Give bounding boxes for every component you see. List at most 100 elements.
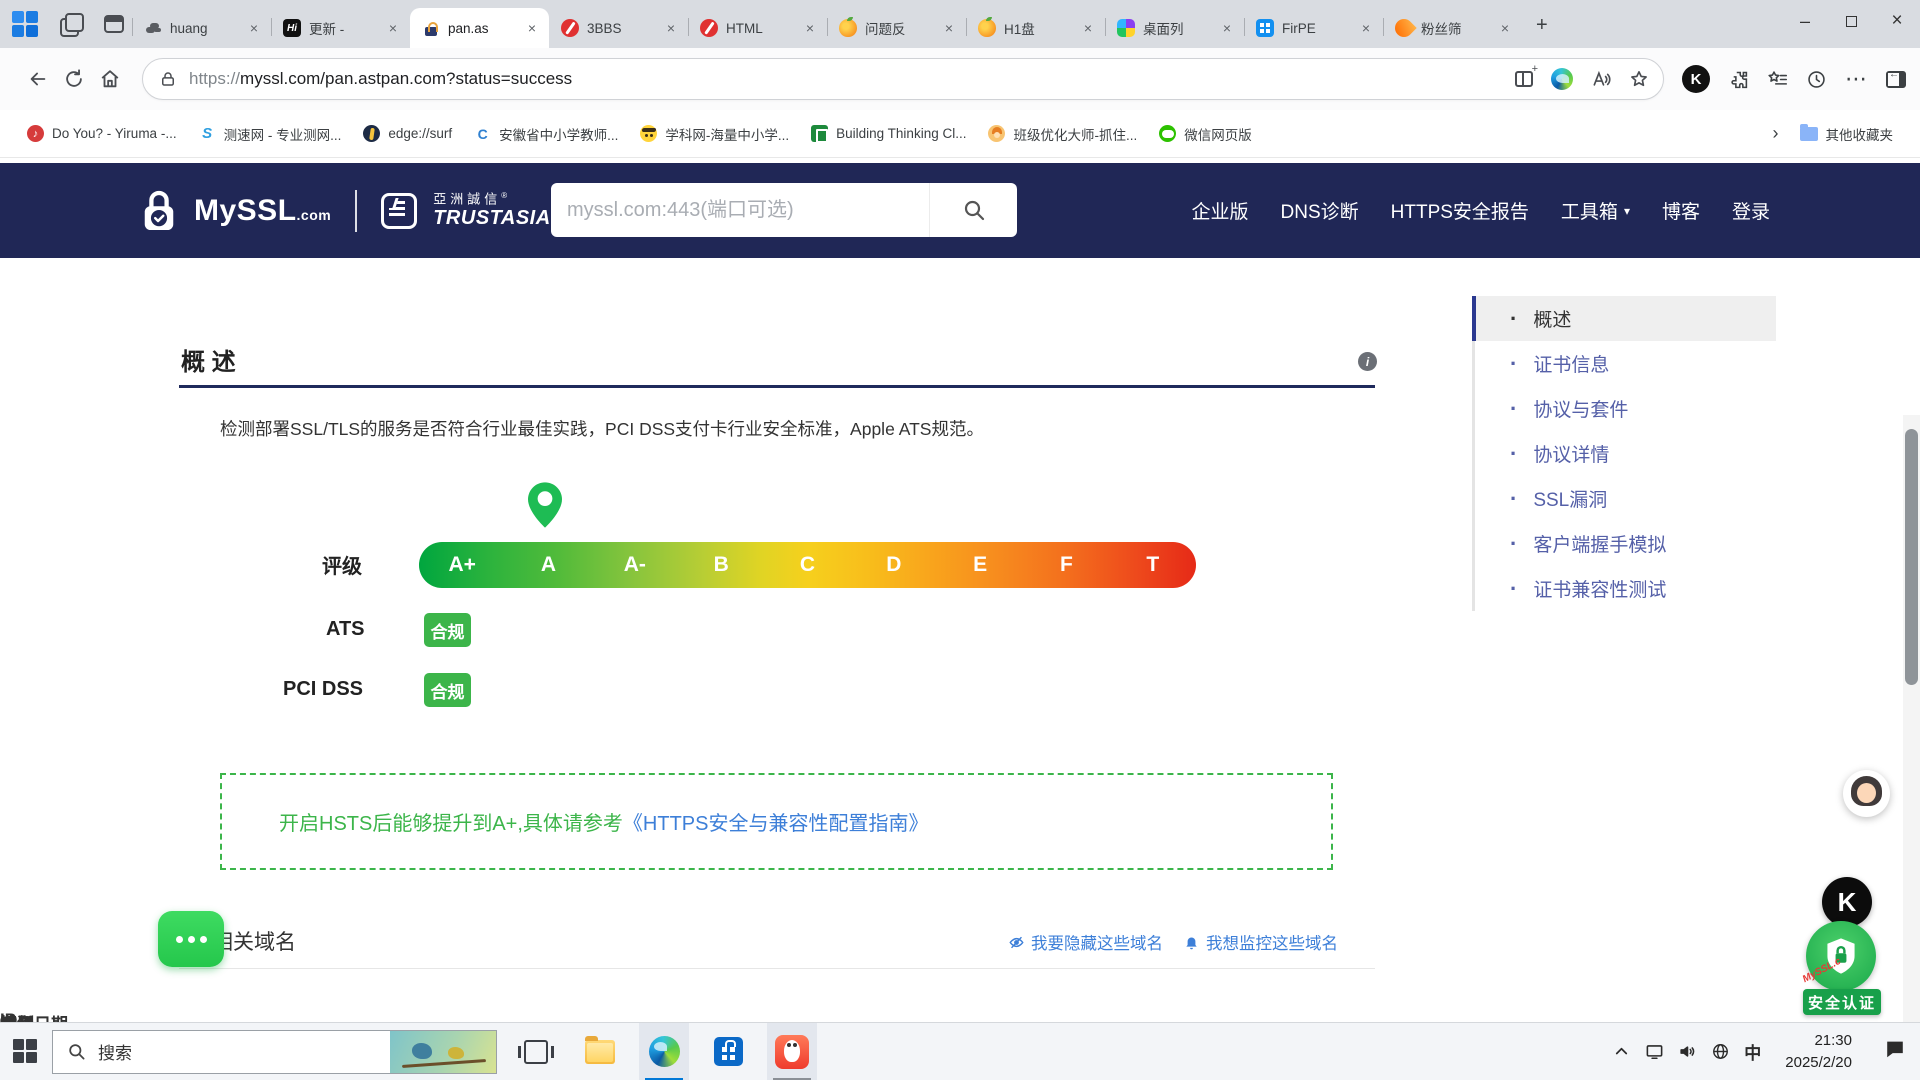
myssl-logo-text[interactable]: MySSL.com	[194, 194, 331, 228]
home-button[interactable]	[92, 61, 128, 97]
browser-tab[interactable]: huang	[132, 8, 271, 48]
refresh-button[interactable]	[56, 61, 92, 97]
action-center-button[interactable]	[1884, 1038, 1906, 1065]
browser-tab[interactable]: 3BBS	[549, 8, 688, 48]
browser-tab[interactable]: 粉丝筛	[1383, 8, 1522, 48]
bookmark-item[interactable]: 学科网-海量中小学...	[629, 118, 800, 150]
url-text[interactable]: https://myssl.com/pan.astpan.com?status=…	[189, 69, 1515, 89]
trustasia-logo-text[interactable]: 亞洲誠信® TRUSTASIA	[433, 192, 550, 229]
new-tab-button[interactable]	[1528, 12, 1558, 42]
edge-taskbar-button[interactable]	[639, 1023, 689, 1080]
edge-discover-icon[interactable]	[1551, 68, 1573, 90]
music-red-icon	[27, 125, 44, 142]
split-screen-icon[interactable]	[1515, 71, 1533, 87]
display-icon[interactable]	[1645, 1042, 1664, 1061]
cert-banner-text: 安全认证	[1803, 989, 1881, 1015]
taskbar-search-box[interactable]: 搜索	[52, 1030, 497, 1074]
tray-expand-chevron-icon[interactable]	[1612, 1042, 1631, 1061]
back-button[interactable]	[20, 61, 56, 97]
other-favorites-folder[interactable]: 其他收藏夹	[1789, 118, 1905, 150]
ime-indicator[interactable]: 中	[1744, 1039, 1761, 1064]
tab-actions-icon[interactable]	[60, 13, 82, 35]
scrollbar-thumb[interactable]	[1905, 429, 1918, 685]
hide-domains-link[interactable]: 我要隐藏这些域名	[1008, 930, 1163, 954]
favorites-bar-icon[interactable]	[1767, 69, 1788, 90]
bookmarks-overflow-chevron[interactable]	[1763, 123, 1789, 144]
browser-tab[interactable]: HTML	[688, 8, 827, 48]
tab-close-icon[interactable]	[523, 19, 541, 37]
hsts-guide-link[interactable]: 《HTTPS安全与兼容性配置指南》	[623, 807, 929, 836]
browser-tab[interactable]: 桌面列	[1105, 8, 1244, 48]
tab-close-icon[interactable]	[801, 19, 819, 37]
network-globe-icon[interactable]	[1711, 1042, 1730, 1061]
tab-close-icon[interactable]	[1218, 19, 1236, 37]
trustasia-logo-icon[interactable]	[381, 193, 417, 229]
history-icon[interactable]	[1806, 69, 1827, 90]
bookmark-item[interactable]: Do You? - Yiruma -...	[16, 119, 188, 148]
myssl-lock-logo-icon[interactable]	[140, 188, 178, 234]
workspace-window-icon[interactable]	[104, 15, 124, 33]
tab-close-icon[interactable]	[245, 19, 263, 37]
tab-close-icon[interactable]	[1079, 19, 1097, 37]
browser-tab[interactable]: FirPE	[1244, 8, 1383, 48]
qq-taskbar-button[interactable]	[767, 1023, 817, 1080]
header-nav-link[interactable]: 工具箱	[1561, 197, 1630, 224]
k-floating-badge[interactable]: K	[1822, 877, 1872, 927]
toc-item[interactable]: 概述	[1472, 296, 1776, 341]
sidebar-toggle-icon[interactable]	[1886, 71, 1906, 88]
toc-item[interactable]: 客户端握手模拟	[1472, 521, 1776, 566]
floating-more-button[interactable]	[158, 911, 224, 967]
header-nav-link[interactable]: 登录	[1732, 197, 1770, 224]
edge-workspaces-icon[interactable]	[12, 11, 38, 37]
site-security-lock-icon[interactable]	[159, 70, 177, 88]
file-explorer-button[interactable]	[575, 1023, 625, 1080]
tab-close-icon[interactable]	[1357, 19, 1375, 37]
page-scrollbar[interactable]	[1903, 415, 1920, 1022]
header-nav-link[interactable]: HTTPS安全报告	[1391, 197, 1529, 224]
window-maximize-button[interactable]	[1828, 0, 1874, 42]
taskbar-clock[interactable]: 21:30 2025/2/20	[1785, 1030, 1852, 1074]
domain-search-box[interactable]	[551, 183, 1017, 237]
bookmark-item[interactable]: 班级优化大师-抓住...	[977, 118, 1148, 150]
microsoft-store-button[interactable]	[703, 1023, 753, 1080]
profile-avatar[interactable]: K	[1682, 65, 1710, 93]
browser-tab[interactable]: 问题反	[827, 8, 966, 48]
browser-tab[interactable]: 更新 -	[271, 8, 410, 48]
header-nav-link[interactable]: DNS诊断	[1281, 197, 1359, 224]
start-button[interactable]	[0, 1023, 52, 1080]
read-aloud-icon[interactable]	[1591, 69, 1611, 89]
bookmark-item[interactable]: Building Thinking Cl...	[800, 119, 977, 148]
browser-tab[interactable]: pan.as	[410, 8, 549, 48]
domain-search-input[interactable]	[551, 199, 929, 222]
browser-tab[interactable]: H1盘	[966, 8, 1105, 48]
toc-item[interactable]: 协议与套件	[1472, 386, 1776, 431]
address-bar[interactable]: https://myssl.com/pan.astpan.com?status=…	[142, 58, 1664, 100]
toc-item[interactable]: 协议详情	[1472, 431, 1776, 476]
monitor-domains-link[interactable]: 我想监控这些域名	[1183, 930, 1338, 954]
task-view-button[interactable]	[511, 1023, 561, 1080]
tab-close-icon[interactable]	[384, 19, 402, 37]
tab-close-icon[interactable]	[662, 19, 680, 37]
toc-item[interactable]: 证书兼容性测试	[1472, 566, 1776, 611]
tab-close-icon[interactable]	[940, 19, 958, 37]
bookmark-item[interactable]: 测速网 - 专业测网...	[188, 118, 353, 150]
toc-item[interactable]: 证书信息	[1472, 341, 1776, 386]
info-icon[interactable]	[1358, 352, 1377, 371]
header-nav-link[interactable]: 企业版	[1192, 197, 1249, 224]
bookmark-item[interactable]: 安徽省中小学教师...	[463, 118, 629, 150]
bookmark-item[interactable]: edge://surf	[352, 119, 463, 148]
security-cert-badge[interactable]: MySSL.c 安全认证	[1795, 921, 1889, 1021]
toc-item[interactable]: SSL漏洞	[1472, 476, 1776, 521]
speaker-icon[interactable]	[1678, 1042, 1697, 1061]
favorite-star-icon[interactable]	[1629, 69, 1649, 89]
bookmark-item[interactable]: 微信网页版	[1148, 118, 1263, 150]
search-highlight-image[interactable]	[390, 1031, 496, 1073]
search-submit-button[interactable]	[929, 183, 1017, 237]
header-nav-link[interactable]: 博客	[1662, 197, 1700, 224]
window-close-button[interactable]	[1874, 0, 1920, 42]
settings-more-icon[interactable]	[1845, 66, 1868, 92]
window-minimize-button[interactable]	[1782, 0, 1828, 42]
customer-service-avatar[interactable]	[1843, 770, 1890, 817]
extensions-puzzle-icon[interactable]	[1728, 69, 1749, 90]
tab-close-icon[interactable]	[1496, 19, 1514, 37]
